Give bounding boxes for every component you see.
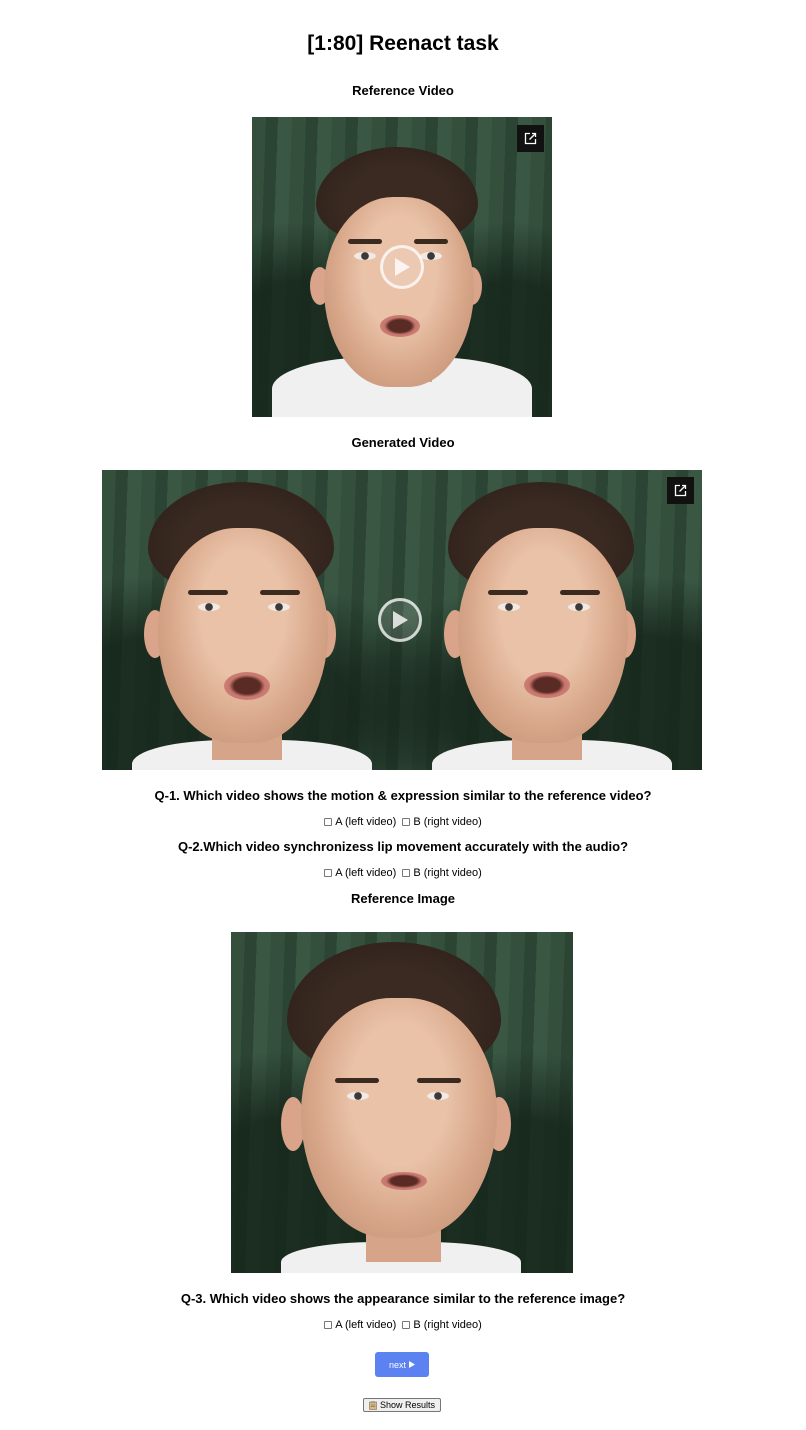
question-1: Q-1. Which video shows the motion & expr…: [154, 788, 652, 803]
subject-brow-right: [414, 239, 448, 244]
question-1-options: A (left video) B (right video): [0, 815, 806, 829]
q3-option-b-label: B (right video): [413, 1319, 482, 1331]
q2-checkbox-b[interactable]: [402, 869, 411, 877]
question-2-options: A (left video) B (right video): [0, 866, 806, 880]
q1-checkbox-a[interactable]: [324, 818, 333, 826]
page-title: [1:80] Reenact task: [307, 32, 499, 55]
play-triangle-icon: [409, 1361, 415, 1368]
subject-eye-left: [354, 252, 376, 260]
subject-mouth: [380, 315, 420, 337]
q2-option-a-label: A (left video): [335, 867, 397, 879]
show-results-button[interactable]: Show Results: [363, 1398, 441, 1412]
question-2: Q-2.Which video synchronizess lip moveme…: [177, 839, 629, 854]
q3-checkbox-b[interactable]: [402, 1321, 411, 1329]
q2-option-a[interactable]: A (left video): [324, 866, 396, 880]
subject-eye-right: [420, 252, 442, 260]
play-icon[interactable]: [378, 598, 422, 642]
reference-image: [231, 932, 573, 1273]
reference-video-label: Reference Video: [352, 83, 454, 98]
q2-checkbox-a[interactable]: [324, 869, 333, 877]
q1-checkbox-b[interactable]: [402, 818, 411, 826]
subject-brow-right: [417, 1078, 461, 1083]
left-subject-mouth: [224, 672, 270, 700]
right-subject-eye-right: [568, 603, 590, 611]
q2-option-b[interactable]: B (right video): [402, 866, 482, 880]
q3-option-a[interactable]: A (left video): [324, 1318, 396, 1332]
subject-eye-right: [427, 1092, 449, 1100]
left-subject-eye-left: [198, 603, 220, 611]
right-subject-brow-left: [488, 590, 528, 595]
next-button-label: next: [388, 1359, 406, 1370]
left-subject-brow-left: [188, 590, 228, 595]
popout-icon[interactable]: [517, 125, 544, 152]
left-subject-eye-right: [268, 603, 290, 611]
q1-option-a-label: A (left video): [335, 816, 397, 828]
right-subject-eye-left: [498, 603, 520, 611]
q3-checkbox-a[interactable]: [324, 1321, 333, 1329]
next-button[interactable]: next: [375, 1352, 429, 1377]
right-subject-face: [458, 528, 628, 743]
question-3-options: A (left video) B (right video): [0, 1318, 806, 1332]
subject-mouth: [381, 1172, 427, 1190]
right-subject-brow-right: [560, 590, 600, 595]
subject-eye-left: [347, 1092, 369, 1100]
subject-face: [324, 197, 474, 387]
clipboard-icon: [369, 1400, 377, 1410]
left-subject-face: [158, 528, 328, 743]
question-3: Q-3. Which video shows the appearance si…: [180, 1291, 626, 1306]
subject-brow-left: [335, 1078, 379, 1083]
q3-option-a-label: A (left video): [335, 1319, 397, 1331]
q3-option-b[interactable]: B (right video): [402, 1318, 482, 1332]
reference-video-player[interactable]: [252, 117, 552, 417]
play-icon[interactable]: [380, 245, 424, 289]
left-subject-brow-right: [260, 590, 300, 595]
show-results-label: Show Results: [379, 1400, 436, 1410]
subject-face: [301, 998, 497, 1238]
popout-icon[interactable]: [667, 477, 694, 504]
reference-image-label: Reference Image: [350, 891, 456, 906]
q1-option-a[interactable]: A (left video): [324, 815, 396, 829]
q2-option-b-label: B (right video): [413, 867, 482, 879]
q1-option-b-label: B (right video): [413, 816, 482, 828]
subject-brow-left: [348, 239, 382, 244]
generated-video-label: Generated Video: [351, 435, 455, 450]
generated-video-player[interactable]: [102, 470, 702, 770]
right-subject-mouth: [524, 672, 570, 698]
q1-option-b[interactable]: B (right video): [402, 815, 482, 829]
